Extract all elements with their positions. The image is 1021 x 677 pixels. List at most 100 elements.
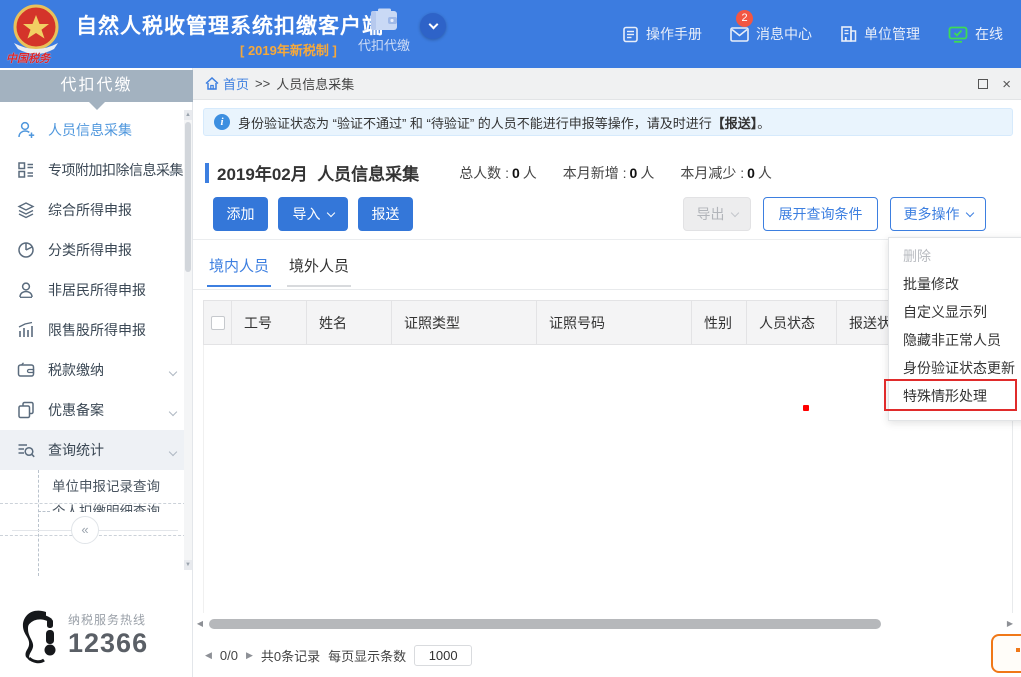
online-status[interactable]: 在线 [948,24,1003,44]
menu-item-hide-abnormal[interactable]: 隐藏非正常人员 [889,326,1021,354]
logo-caption: 中国税务 [6,50,70,66]
sidebar-item-classified-income[interactable]: 分类所得申报 [0,230,186,270]
sidebar-item-label: 查询统计 [48,440,104,460]
submit-button[interactable]: 报送 [358,197,413,231]
info-icon: i [214,114,230,130]
module-withholding[interactable]: 代扣代缴 [352,8,416,54]
building-icon [840,26,857,42]
sidebar-subitem-personal-withholding-query[interactable]: 个人扣缴明细查询 [0,500,186,512]
app-window: 中国税务 自然人税收管理系统扣缴客户端 [ 2019年新税制 ] 代扣代缴 操作… [0,0,1021,677]
org-management-button[interactable]: 单位管理 [840,24,920,44]
chevron-down-icon [170,162,176,178]
window-controls: × [978,68,1011,100]
sidebar-scrollbar[interactable]: ▲ ▼ [184,110,192,570]
column-header-gender[interactable]: 性别 [692,301,747,344]
chevron-down-icon [965,208,973,216]
column-header-employee-id[interactable]: 工号 [232,301,307,344]
chevron-down-icon [170,442,176,458]
sidebar-item-label: 优惠备案 [48,400,104,420]
chevron-down-icon [326,208,334,216]
wallet-small-icon [16,360,36,380]
org-management-label: 单位管理 [864,24,920,44]
more-actions-button[interactable]: 更多操作 [890,197,986,231]
sidebar-item-label: 分类所得申报 [48,240,132,260]
sidebar-subitem-unit-declaration-query[interactable]: 单位申报记录查询 [0,470,186,500]
manual-icon [622,26,639,43]
sidebar-item-preferential-filing[interactable]: 优惠备案 [0,390,186,430]
home-icon [205,77,219,90]
sidebar-item-label: 税款缴纳 [48,360,104,380]
sidebar-item-special-deduction[interactable]: 专项附加扣除信息采集 [0,150,186,190]
sidebar-item-label: 人员信息采集 [48,120,132,140]
sidebar-item-nonresident-income[interactable]: 非居民所得申报 [0,270,186,310]
manual-label: 操作手册 [646,24,702,44]
breadcrumb-current: 人员信息采集 [276,74,354,93]
scroll-left-icon[interactable]: ◀ [195,619,205,628]
stat-removed: 本月减少 :0人 [680,163,772,183]
person-add-icon [16,120,36,140]
menu-item-special-case-handling[interactable]: 特殊情形处理 [889,382,1021,410]
alert-text: 身份验证状态为 “验证不通过” 和 “待验证” 的人员不能进行申报等操作，请及时… [238,113,770,132]
breadcrumb-home-label: 首页 [223,74,249,93]
breadcrumb-home[interactable]: 首页 [205,74,249,93]
sidebar-item-restricted-stock[interactable]: 限售股所得申报 [0,310,186,350]
next-page-icon[interactable]: ▶ [246,650,253,661]
scrollbar-thumb[interactable] [185,122,191,272]
prev-page-icon[interactable]: ◀ [205,650,212,661]
column-header-id-type[interactable]: 证照类型 [392,301,537,344]
import-button[interactable]: 导入 [278,197,348,231]
horizontal-scrollbar[interactable]: ◀ ▶ [195,618,1015,629]
sidebar-item-tax-payment[interactable]: 税款缴纳 [0,350,186,390]
stat-total: 总人数 :0人 [459,163,537,183]
page-indicator: 0/0 [220,648,238,663]
scroll-up-icon[interactable]: ▲ [184,110,192,120]
per-page-input[interactable]: 1000 [414,645,472,666]
sidebar-collapse-button[interactable]: « [71,516,99,544]
bar-chart-icon [16,320,36,340]
menu-item-delete[interactable]: 删除 [889,242,1021,270]
expand-query-button[interactable]: 展开查询条件 [763,197,878,231]
floating-widget-partial[interactable] [991,634,1021,673]
message-center-label: 消息中心 [756,24,812,44]
breadcrumb: 首页 >> 人员信息采集 × [193,68,1021,100]
manual-button[interactable]: 操作手册 [622,24,702,44]
sidebar-header-pointer [89,102,105,110]
online-status-label: 在线 [975,24,1003,44]
column-header-person-status[interactable]: 人员状态 [747,301,837,344]
module-switch-button[interactable] [420,13,446,39]
column-header-id-number[interactable]: 证照号码 [537,301,692,344]
tab-foreign-personnel[interactable]: 境外人员 [287,249,351,287]
message-count-badge: 2 [736,10,753,27]
hotline-label: 纳税服务热线 [68,611,148,628]
app-title: 自然人税收管理系统扣缴客户端 [76,10,384,40]
close-button[interactable]: × [1002,77,1011,92]
column-header-name[interactable]: 姓名 [307,301,392,344]
search-list-icon [16,440,36,460]
app-subtitle: [ 2019年新税制 ] [240,40,337,59]
sidebar-item-personnel-info[interactable]: 人员信息采集 [0,110,186,150]
export-button[interactable]: 导出 [683,197,751,231]
scrollbar-thumb[interactable] [209,619,881,629]
scroll-down-icon[interactable]: ▼ [184,560,192,570]
tab-domestic-personnel[interactable]: 境内人员 [207,249,271,287]
select-all-checkbox[interactable] [211,316,225,330]
sidebar-item-label: 限售股所得申报 [48,320,146,340]
message-center-button[interactable]: 2 消息中心 [730,24,812,44]
hotline-number: 12366 [68,628,148,659]
section-title-row: 2019年02月 人员信息采集 总人数 :0人 本月新增 :0人 本月减少 :0… [205,160,772,185]
chevron-down-icon [170,362,176,378]
scrollbar-track[interactable] [205,619,1005,629]
add-button[interactable]: 添加 [213,197,268,231]
sidebar-item-comprehensive-income[interactable]: 综合所得申报 [0,190,186,230]
scroll-right-icon[interactable]: ▶ [1005,619,1015,628]
verification-alert: i 身份验证状态为 “验证不通过” 和 “待验证” 的人员不能进行申报等操作，请… [203,108,1013,136]
menu-item-customize-columns[interactable]: 自定义显示列 [889,298,1021,326]
maximize-button[interactable] [978,79,988,89]
menu-item-batch-modify[interactable]: 批量修改 [889,270,1021,298]
menu-item-id-verify-update[interactable]: 身份验证状态更新 [889,354,1021,382]
tree-guide-connector [38,511,50,512]
more-actions-menu: 删除 批量修改 自定义显示列 隐藏非正常人员 身份验证状态更新 特殊情形处理 [888,237,1021,421]
sidebar-item-query-statistics[interactable]: 查询统计 [0,430,186,470]
wallet-icon [369,8,399,32]
cursor-mark [803,405,809,411]
